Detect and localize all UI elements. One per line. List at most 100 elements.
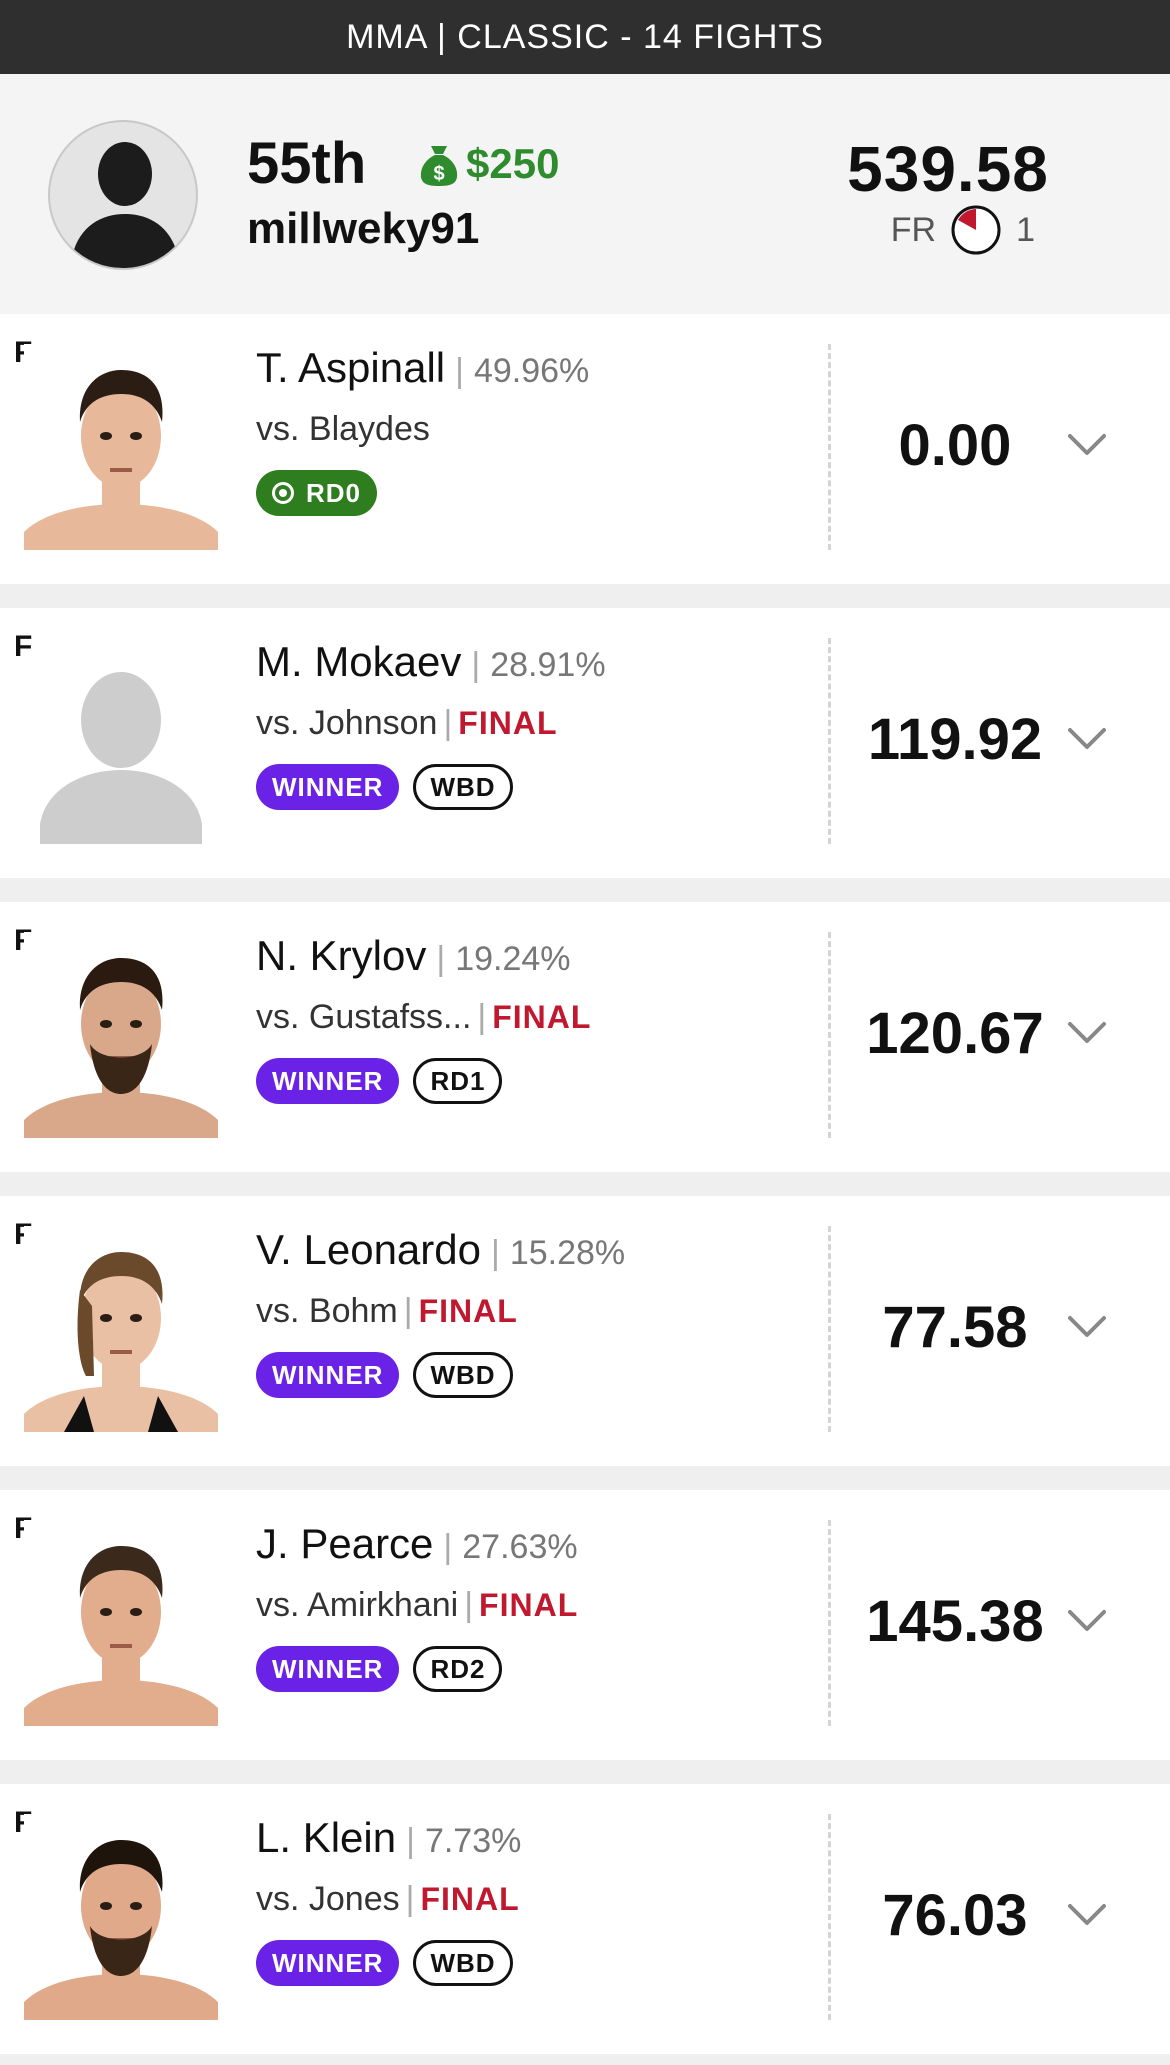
method-badge: RD2 bbox=[413, 1646, 503, 1692]
fighter-name[interactable]: T. Aspinall bbox=[256, 344, 445, 392]
method-badge: RD1 bbox=[413, 1058, 503, 1104]
fighter-photo[interactable] bbox=[24, 1226, 218, 1432]
divider bbox=[828, 1520, 831, 1726]
separator: | bbox=[406, 1822, 415, 1860]
chevron-down-icon[interactable] bbox=[1064, 1308, 1110, 1344]
ownership-pct: 49.96% bbox=[473, 352, 590, 390]
rank: 55th bbox=[247, 131, 367, 196]
opponent: vs. Gustafss... bbox=[256, 998, 472, 1036]
fight-status: FINAL bbox=[420, 1881, 520, 1917]
svg-text:$: $ bbox=[433, 163, 444, 185]
entry-summary[interactable]: 55th $ $250 millweky91 539.58 FR 1 bbox=[0, 74, 1170, 314]
result-badges: RD0 bbox=[256, 470, 378, 516]
opponent: vs. Amirkhani bbox=[256, 1586, 459, 1624]
fighter-score: 0.00 bbox=[898, 413, 1012, 478]
opponent-row: vs. Gustafss... | FINAL bbox=[256, 998, 591, 1037]
fighter-name[interactable]: N. Krylov bbox=[256, 932, 426, 980]
fighter-photo[interactable] bbox=[24, 638, 218, 844]
ownership-pct: 7.73% bbox=[424, 1822, 522, 1860]
money-bag-icon: $ bbox=[420, 146, 458, 186]
chevron-down-icon[interactable] bbox=[1064, 1014, 1110, 1050]
chevron-down-icon[interactable] bbox=[1064, 1602, 1110, 1638]
divider bbox=[828, 1226, 831, 1432]
winner-badge: WINNER bbox=[256, 1058, 400, 1104]
opponent-row: vs. Jones | FINAL bbox=[256, 1880, 520, 1919]
opponent-row: vs. Blaydes bbox=[256, 410, 430, 449]
fighter-name-row[interactable]: T. Aspinall | 49.96% bbox=[256, 344, 589, 392]
opponent-row: vs. Amirkhani | FINAL bbox=[256, 1586, 578, 1625]
result-badges: WINNER RD2 bbox=[256, 1646, 503, 1692]
chevron-down-icon[interactable] bbox=[1064, 426, 1110, 462]
fighter-photo[interactable] bbox=[24, 932, 218, 1138]
live-round-label: RD0 bbox=[306, 477, 362, 508]
contest-title: MMA | CLASSIC - 14 FIGHTS bbox=[346, 17, 824, 56]
divider bbox=[828, 1814, 831, 2020]
live-round-badge: RD0 bbox=[256, 470, 378, 516]
opponent: vs. Jones bbox=[256, 1880, 400, 1918]
fighter-name[interactable]: L. Klein bbox=[256, 1814, 396, 1862]
fighter-row[interactable]: F N. Krylov | 19.24% vs. Gustafss... | FINAL WI… bbox=[0, 902, 1170, 1172]
contest-header: MMA | CLASSIC - 14 FIGHTS bbox=[0, 0, 1170, 74]
fighter-score: 120.67 bbox=[866, 1001, 1044, 1066]
divider bbox=[828, 344, 831, 550]
chevron-down-icon[interactable] bbox=[1064, 1896, 1110, 1932]
fr-label: FR bbox=[890, 210, 937, 249]
fighter-row[interactable]: F L. Klein | 7.73% vs. Jones | FINAL WINNER WBD 7… bbox=[0, 1784, 1170, 2054]
fighter-row[interactable]: F M. Mokaev | 28.91% vs. Johnson | FINAL WINNER… bbox=[0, 608, 1170, 878]
method-badge: WBD bbox=[413, 1940, 513, 1986]
fighter-photo[interactable] bbox=[24, 1814, 218, 2020]
fighter-row[interactable]: F J. Pearce | 27.63% vs. Amirkhani | FINAL WINN… bbox=[0, 1490, 1170, 1760]
fighter-name-row[interactable]: L. Klein | 7.73% bbox=[256, 1814, 521, 1862]
separator: | bbox=[443, 704, 453, 742]
fighter-name-row[interactable]: N. Krylov | 19.24% bbox=[256, 932, 571, 980]
opponent: vs. Blaydes bbox=[256, 410, 430, 448]
fights-remaining: FR 1 bbox=[891, 204, 1035, 256]
timer-icon bbox=[951, 205, 1001, 255]
fighter-photo[interactable] bbox=[24, 1520, 218, 1726]
winner-badge: WINNER bbox=[256, 1940, 400, 1986]
fight-status: FINAL bbox=[479, 1587, 579, 1623]
username: millweky91 bbox=[247, 204, 480, 253]
fighter-name-row[interactable]: V. Leonardo | 15.28% bbox=[256, 1226, 625, 1274]
separator: | bbox=[464, 1586, 474, 1624]
fr-count: 1 bbox=[1016, 210, 1035, 249]
winner-badge: WINNER bbox=[256, 1352, 400, 1398]
opponent: vs. Bohm bbox=[256, 1292, 398, 1330]
live-dot-icon bbox=[272, 482, 294, 504]
separator: | bbox=[403, 1292, 413, 1330]
fighter-name[interactable]: M. Mokaev bbox=[256, 638, 461, 686]
ownership-pct: 27.63% bbox=[462, 1528, 578, 1566]
fighter-score: 77.58 bbox=[882, 1295, 1028, 1360]
prize-amount: $ $250 bbox=[418, 140, 559, 188]
result-badges: WINNER WBD bbox=[256, 1940, 513, 1986]
fighter-row[interactable]: F T. Aspinall | 49.96% vs. Blaydes RD0 0.00 bbox=[0, 314, 1170, 584]
ownership-pct: 19.24% bbox=[455, 940, 571, 978]
ownership-pct: 15.28% bbox=[509, 1234, 626, 1272]
separator: | bbox=[405, 1880, 415, 1918]
fight-status: FINAL bbox=[492, 999, 592, 1035]
divider bbox=[828, 932, 831, 1138]
separator: | bbox=[436, 940, 446, 978]
prize-label: $250 bbox=[466, 140, 560, 187]
separator: | bbox=[443, 1528, 453, 1566]
winner-badge: WINNER bbox=[256, 764, 400, 810]
result-badges: WINNER WBD bbox=[256, 1352, 513, 1398]
total-points: 539.58 bbox=[847, 133, 1049, 205]
fight-status: FINAL bbox=[418, 1293, 518, 1329]
method-badge: WBD bbox=[413, 1352, 513, 1398]
result-badges: WINNER WBD bbox=[256, 764, 513, 810]
ownership-pct: 28.91% bbox=[490, 646, 606, 684]
fighter-photo[interactable] bbox=[24, 344, 218, 550]
fighter-name-row[interactable]: J. Pearce | 27.63% bbox=[256, 1520, 578, 1568]
fighter-name[interactable]: J. Pearce bbox=[256, 1520, 433, 1568]
fighter-row[interactable]: F V. Leonardo | 15.28% vs. Bohm | FINAL WINNER W… bbox=[0, 1196, 1170, 1466]
chevron-down-icon[interactable] bbox=[1064, 720, 1110, 756]
fighter-name[interactable]: V. Leonardo bbox=[256, 1226, 481, 1274]
divider bbox=[828, 638, 831, 844]
avatar[interactable] bbox=[48, 120, 198, 270]
separator: | bbox=[477, 998, 487, 1036]
opponent-row: vs. Bohm | FINAL bbox=[256, 1292, 518, 1331]
opponent: vs. Johnson bbox=[256, 704, 438, 742]
fighter-name-row[interactable]: M. Mokaev | 28.91% bbox=[256, 638, 606, 686]
user-silhouette-icon bbox=[70, 142, 180, 268]
